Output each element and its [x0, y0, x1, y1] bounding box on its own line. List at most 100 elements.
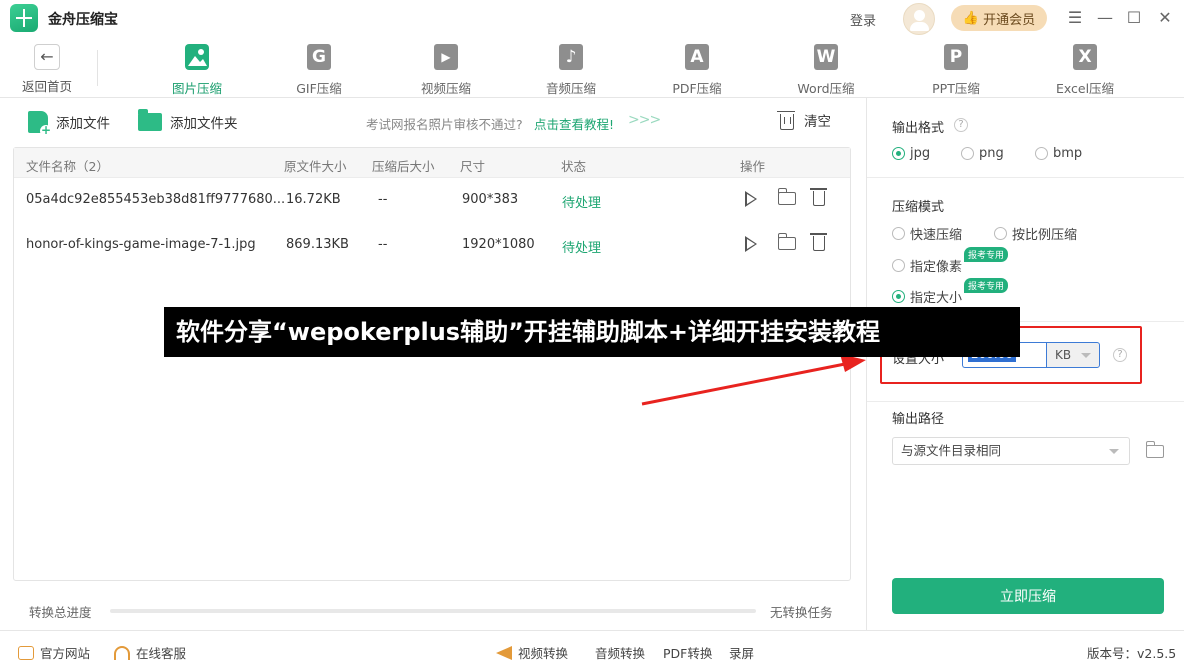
- add-file-button[interactable]: 添加文件: [28, 110, 110, 137]
- dimensions: 1920*1080: [462, 237, 535, 252]
- output-path-select[interactable]: 与源文件目录相同: [892, 437, 1130, 465]
- file-name: 05a4dc92e855453eb38d81ff9777680...: [26, 192, 286, 207]
- overlay-banner: 软件分享“wepokerplus辅助”开挂辅助脚本+详细开挂安装教程: [164, 307, 1020, 357]
- tab-word-compress[interactable]: W Word压缩: [771, 42, 881, 96]
- col-status: 状态: [561, 159, 587, 174]
- tab-image-compress[interactable]: 图片压缩: [142, 42, 252, 96]
- tab-excel-compress[interactable]: X Excel压缩: [1030, 42, 1140, 96]
- mode-pixel-radio[interactable]: 指定像素 报考专用: [892, 247, 1009, 275]
- website-link[interactable]: 官方网站: [18, 643, 90, 662]
- add-folder-button[interactable]: 添加文件夹: [138, 109, 238, 134]
- format-title: 输出格式: [892, 121, 945, 136]
- play-icon[interactable]: [745, 236, 757, 252]
- tab-pdf-compress[interactable]: A PDF压缩: [642, 42, 752, 96]
- delete-icon[interactable]: [810, 233, 827, 251]
- exam-tag: 报考专用: [964, 247, 1009, 262]
- tab-ppt-compress[interactable]: P PPT压缩: [901, 42, 1011, 96]
- radio-dot: [892, 227, 905, 240]
- tab-label: PDF压缩: [672, 81, 722, 96]
- video-icon: ▶: [434, 44, 458, 70]
- add-file-label: 添加文件: [56, 116, 110, 132]
- menu-icon[interactable]: ☰: [1066, 9, 1084, 27]
- format-png-radio[interactable]: png: [961, 146, 1004, 161]
- avatar[interactable]: [903, 3, 935, 35]
- screen-record-link[interactable]: 录屏: [729, 643, 754, 662]
- mode-size-radio[interactable]: 指定大小 报考专用: [892, 278, 1009, 306]
- word-icon: W: [814, 44, 838, 70]
- table-row[interactable]: 05a4dc92e855453eb38d81ff9777680... 16.72…: [14, 178, 850, 222]
- radio-label: 指定大小 报考专用: [910, 278, 1009, 306]
- orig-size: 16.72KB: [286, 192, 341, 207]
- progress-label: 转换总进度: [29, 605, 92, 620]
- mode-fast-radio[interactable]: 快速压缩: [892, 224, 962, 243]
- file-name: honor-of-kings-game-image-7-1.jpg: [26, 237, 256, 252]
- service-label: 在线客服: [136, 646, 187, 661]
- col-name: 文件名称（2）: [26, 159, 109, 174]
- app-logo-icon: [10, 4, 38, 32]
- dimensions: 900*383: [462, 192, 519, 207]
- help-icon[interactable]: ?: [954, 118, 968, 132]
- status-bar: 官方网站 在线客服 视频转换 音频转换 PDF转换 录屏 版本号：v2.5.5: [0, 630, 1184, 666]
- back-home-button[interactable]: ← 返回首页: [14, 42, 80, 96]
- clear-button[interactable]: 清空: [777, 110, 831, 130]
- tab-audio-compress[interactable]: ♪ 音频压缩: [516, 42, 626, 96]
- tab-label: 图片压缩: [171, 81, 222, 96]
- pdf-convert-link[interactable]: PDF转换: [663, 643, 712, 662]
- maximize-icon[interactable]: ☐: [1125, 9, 1143, 27]
- vip-label: 开通会员: [983, 11, 1036, 27]
- tab-label: Excel压缩: [1055, 81, 1115, 96]
- tab-gif-compress[interactable]: G GIF压缩: [264, 42, 374, 96]
- browse-folder-icon[interactable]: [1145, 441, 1164, 458]
- tab-label: 视频压缩: [420, 81, 471, 96]
- vip-button[interactable]: 👍 开通会员: [951, 5, 1047, 31]
- tab-video-compress[interactable]: ▶ 视频压缩: [391, 42, 501, 96]
- radio-dot: [994, 227, 1007, 240]
- minimize-icon[interactable]: —: [1096, 9, 1114, 27]
- audio-convert-link[interactable]: 音频转换: [595, 643, 645, 662]
- after-size: --: [378, 237, 388, 252]
- mode-ratio-radio[interactable]: 按比例压缩: [994, 224, 1077, 243]
- website-label: 官方网站: [40, 646, 91, 661]
- monitor-icon: [18, 645, 34, 660]
- radio-label: bmp: [1053, 146, 1083, 161]
- play-icon[interactable]: [745, 191, 757, 207]
- radio-dot: [892, 259, 905, 272]
- mode-section: 压缩模式 快速压缩 按比例压缩 指定像素 报考专用 指定大小 报考专用: [867, 178, 1184, 322]
- status-text: 待处理: [562, 196, 602, 211]
- start-compress-button[interactable]: 立即压缩: [892, 578, 1164, 614]
- table-row[interactable]: honor-of-kings-game-image-7-1.jpg 869.13…: [14, 223, 850, 267]
- mode-title: 压缩模式: [892, 200, 945, 215]
- tip-text: 考试网报名照片审核不通过?: [366, 117, 523, 132]
- excel-icon: X: [1073, 44, 1097, 70]
- toolbar-divider: [97, 50, 98, 86]
- login-link[interactable]: 登录: [850, 10, 876, 29]
- tab-label: GIF压缩: [296, 81, 342, 96]
- title-bar: 金舟压缩宝 登录 👍 开通会员 ☰ — ☐ ✕: [0, 0, 1184, 36]
- col-after-size: 压缩后大小: [372, 159, 435, 174]
- format-jpg-radio[interactable]: jpg: [892, 146, 930, 161]
- version-text: 版本号：v2.5.5: [1087, 646, 1177, 661]
- tutorial-link[interactable]: 点击查看教程!: [534, 114, 614, 133]
- trash-icon: [777, 110, 795, 130]
- radio-label: 指定像素 报考专用: [910, 247, 1009, 275]
- folder-icon[interactable]: [777, 188, 796, 205]
- action-bar: 添加文件 添加文件夹 考试网报名照片审核不通过? 点击查看教程! >>> 清空: [0, 98, 866, 146]
- after-size: --: [378, 192, 388, 207]
- tab-label: Word压缩: [797, 81, 855, 96]
- format-bmp-radio[interactable]: bmp: [1035, 146, 1082, 161]
- status-text: 待处理: [562, 241, 602, 256]
- close-icon[interactable]: ✕: [1156, 9, 1174, 27]
- add-folder-icon: [138, 109, 162, 131]
- table-header: 文件名称（2） 原文件大小 压缩后大小 尺寸 状态 操作: [14, 148, 850, 178]
- format-section: 输出格式 ? jpg png bmp: [867, 98, 1184, 178]
- headset-icon: [114, 645, 130, 660]
- path-title: 输出路径: [892, 412, 945, 427]
- folder-icon[interactable]: [777, 233, 796, 250]
- tab-label: PPT压缩: [932, 81, 980, 96]
- video-convert-link[interactable]: 视频转换: [496, 643, 568, 662]
- delete-icon[interactable]: [810, 188, 827, 206]
- back-home-label: 返回首页: [21, 79, 72, 94]
- radio-label: 快速压缩: [910, 228, 963, 243]
- service-link[interactable]: 在线客服: [114, 643, 186, 662]
- col-orig-size: 原文件大小: [284, 159, 347, 174]
